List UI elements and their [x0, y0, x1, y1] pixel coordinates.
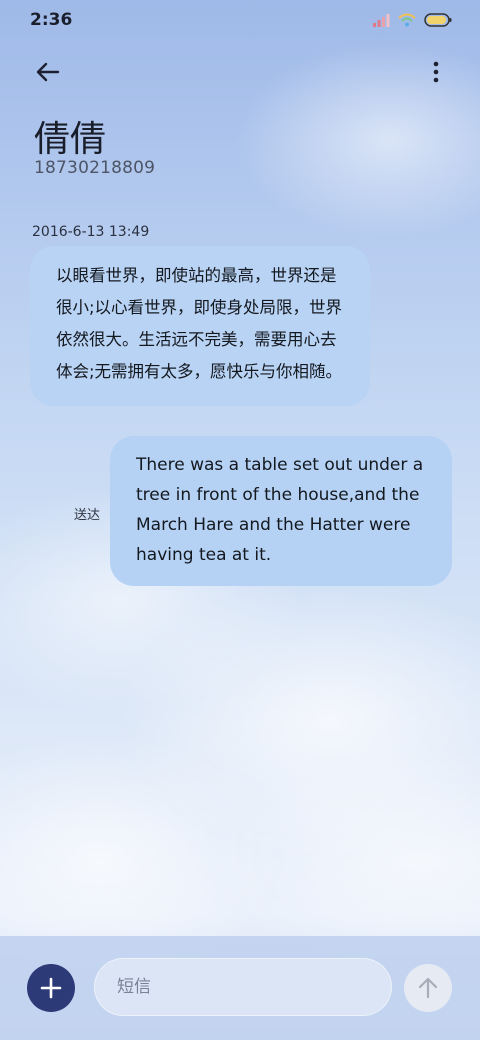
outgoing-message-bubble[interactable]: There was a table set out under a tree i…	[110, 436, 452, 586]
battery-icon	[424, 13, 452, 27]
header-bar	[0, 48, 480, 92]
signal-icon	[373, 14, 390, 27]
incoming-message-bubble[interactable]: 以眼看世界，即使站的最高，世界还是很小;以心看世界，即使身处局限，世界依然很大。…	[30, 246, 370, 406]
more-options-button[interactable]	[428, 56, 444, 88]
delivery-status: 送达	[74, 508, 101, 523]
add-attachment-button[interactable]	[27, 964, 75, 1012]
plus-icon	[40, 977, 62, 999]
contact-number: 18730218809	[34, 158, 156, 178]
wifi-icon	[398, 13, 416, 27]
back-button[interactable]	[32, 56, 64, 88]
status-time: 2:36	[30, 10, 73, 30]
send-arrow-up-icon	[418, 977, 438, 999]
more-vertical-icon	[433, 61, 439, 83]
status-icons	[372, 13, 452, 27]
message-timestamp: 2016-6-13 13:49	[32, 224, 150, 240]
send-button[interactable]	[404, 964, 452, 1012]
contact-name: 倩倩	[34, 119, 107, 160]
status-bar: 2:36	[0, 0, 480, 40]
back-arrow-icon	[36, 62, 60, 82]
message-input[interactable]	[94, 958, 392, 1016]
